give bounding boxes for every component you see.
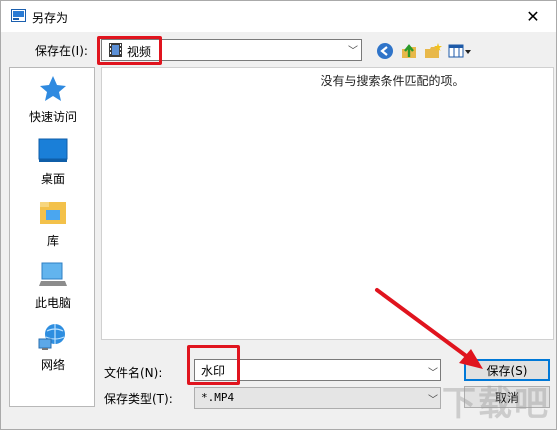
place-network[interactable]: 网络 (10, 322, 96, 373)
filetype-label: 保存类型(T): (104, 392, 173, 406)
place-label: 库 (46, 234, 59, 248)
back-icon[interactable] (376, 42, 394, 60)
view-menu-icon[interactable] (448, 42, 472, 60)
file-list[interactable]: 没有与搜索条件匹配的项。 (101, 67, 554, 340)
place-label: 网络 (40, 358, 65, 372)
library-icon (40, 202, 66, 224)
filename-label: 文件名(N): (104, 366, 163, 380)
desktop-icon (38, 138, 68, 162)
annotation-box-folder (97, 36, 162, 65)
star-icon (40, 76, 66, 101)
up-folder-icon[interactable] (400, 42, 418, 60)
title-bar: 另存为 ✕ (1, 1, 556, 32)
filetype-select[interactable]: *.MP4 (194, 387, 441, 409)
place-library[interactable]: 库 (10, 198, 96, 249)
computer-icon (39, 262, 67, 286)
new-folder-icon[interactable] (424, 42, 442, 60)
place-quick-access[interactable]: 快速访问 (10, 74, 96, 125)
place-label: 此电脑 (34, 296, 71, 310)
chevron-down-icon[interactable]: ﹀ (428, 391, 438, 406)
chevron-down-icon: ﹀ (348, 46, 358, 57)
dialog-title: 另存为 (32, 11, 69, 25)
place-this-pc[interactable]: 此电脑 (10, 260, 96, 311)
place-label: 桌面 (40, 172, 65, 186)
annotation-box-filename (187, 345, 240, 385)
network-icon (38, 324, 65, 350)
watermark-logo: 下载吧 (442, 384, 550, 424)
place-desktop[interactable]: 桌面 (10, 136, 96, 187)
chevron-down-icon[interactable]: ﹀ (428, 364, 438, 379)
close-button[interactable]: ✕ (510, 1, 556, 32)
save-as-dialog: 另存为 ✕ 保存在(I): 视频 ﹀ 快速访问 桌面 库 此电脑 网络 没有与搜… (0, 0, 557, 430)
places-bar: 快速访问 桌面 库 此电脑 网络 (9, 67, 95, 407)
place-label: 快速访问 (28, 110, 77, 124)
save-in-label: 保存在(I): (35, 44, 88, 58)
empty-message: 没有与搜索条件匹配的项。 (320, 74, 465, 88)
dialog-app-icon (11, 9, 26, 22)
close-icon: ✕ (526, 7, 540, 26)
